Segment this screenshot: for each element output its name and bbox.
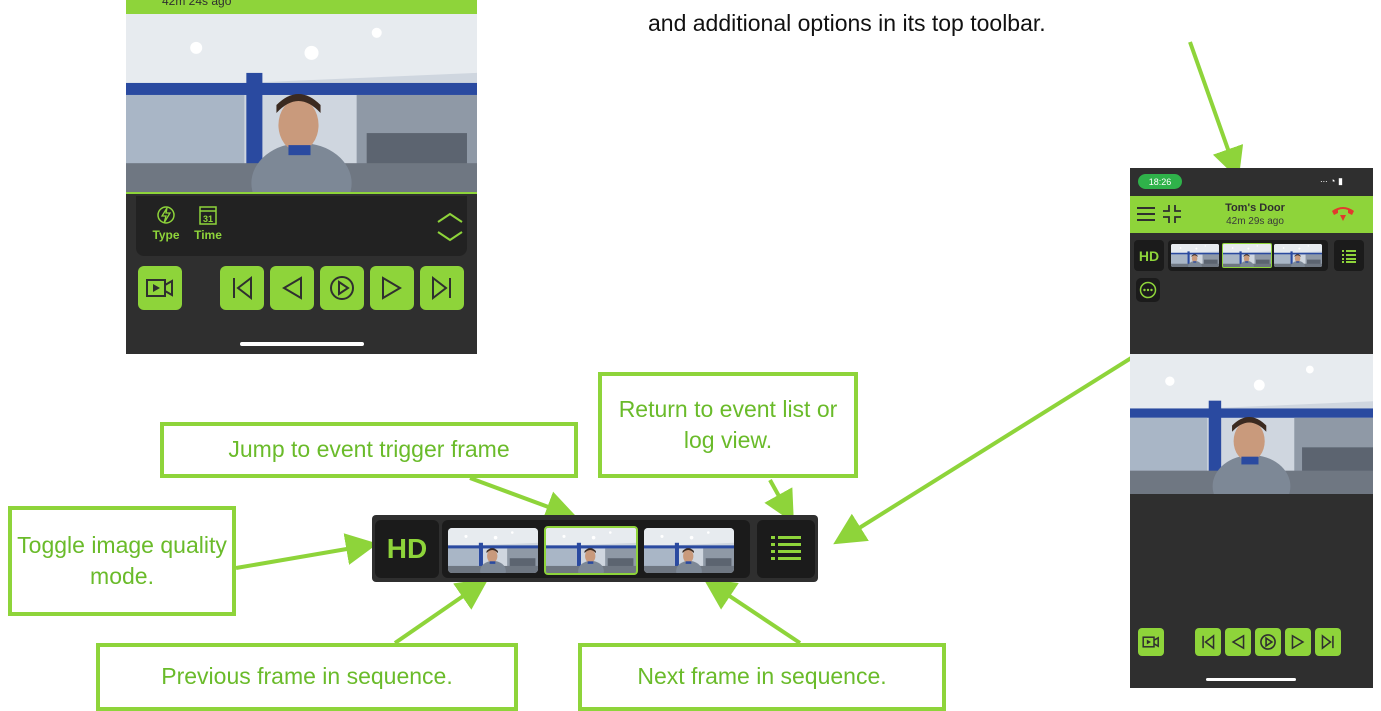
- trigger-frame-thumbnail[interactable]: [544, 526, 638, 575]
- step-back-icon: [1231, 634, 1245, 650]
- next-frame-thumbnail[interactable]: [644, 528, 734, 573]
- video-mode-button[interactable]: [1138, 628, 1164, 656]
- callout-previous-frame: Previous frame in sequence.: [96, 643, 518, 711]
- callout-next-frame: Next frame in sequence.: [578, 643, 946, 711]
- mini-hd-button[interactable]: HD: [1134, 240, 1164, 271]
- arrow-jump-to-trigger: [469, 476, 578, 522]
- arrow-caption-to-phone: [1188, 41, 1244, 180]
- previous-frame-thumbnail[interactable]: [448, 528, 538, 573]
- device-title: Tom's Door: [1225, 202, 1285, 214]
- mini-previous-thumbnail[interactable]: [1171, 244, 1219, 267]
- callout-return-list: Return to event list or log view.: [598, 372, 858, 478]
- collapse-icon[interactable]: [1162, 204, 1182, 224]
- step-back-button[interactable]: [1225, 628, 1251, 656]
- menu-icon[interactable]: [1136, 206, 1156, 222]
- enlarged-toolbar: HD: [372, 515, 818, 582]
- skip-first-icon: [1202, 634, 1215, 650]
- home-indicator: [1206, 678, 1296, 681]
- status-time: 18:26: [1138, 174, 1182, 189]
- frame-strip: [442, 520, 750, 578]
- list-icon: [1342, 249, 1356, 263]
- status-icons: ∙∙∙ ◔ ▮: [1320, 176, 1343, 186]
- list-icon: [771, 536, 801, 560]
- device-subtitle: 42m 29s ago: [1226, 216, 1284, 227]
- more-icon: [1139, 281, 1157, 299]
- callout-jump-trigger: Jump to event trigger frame: [160, 422, 578, 478]
- mini-next-thumbnail[interactable]: [1274, 244, 1322, 267]
- skip-last-icon: [1321, 634, 1334, 650]
- hd-toggle-button[interactable]: HD: [375, 520, 439, 578]
- skip-first-button[interactable]: [1195, 628, 1221, 656]
- video-camera-icon: [1142, 636, 1159, 648]
- camera-image: [1130, 354, 1373, 494]
- event-list-button[interactable]: [757, 520, 815, 578]
- play-button[interactable]: [1255, 628, 1281, 656]
- end-call-icon[interactable]: [1330, 202, 1356, 224]
- mini-frame-strip: [1168, 240, 1328, 271]
- arrow-prev-to-thumb: [393, 578, 489, 645]
- arrow-next-to-thumb: [703, 578, 802, 645]
- phone-screenshot-door-view: 18:26 ∙∙∙ ◔ ▮ Tom's Door 42m 29s ago HD: [1130, 168, 1373, 688]
- arrow-toggle-to-hd: [235, 533, 378, 570]
- mini-toolbar: HD: [1134, 240, 1369, 271]
- arrow-return-to-list: [764, 479, 794, 523]
- play-icon: [1260, 634, 1276, 650]
- mini-trigger-thumbnail[interactable]: [1222, 243, 1272, 268]
- callout-toggle-quality: Toggle image quality mode.: [8, 506, 236, 616]
- mini-list-button[interactable]: [1334, 240, 1364, 271]
- more-options-button[interactable]: [1136, 278, 1160, 302]
- step-forward-icon: [1291, 634, 1305, 650]
- step-forward-button[interactable]: [1285, 628, 1311, 656]
- skip-last-button[interactable]: [1315, 628, 1341, 656]
